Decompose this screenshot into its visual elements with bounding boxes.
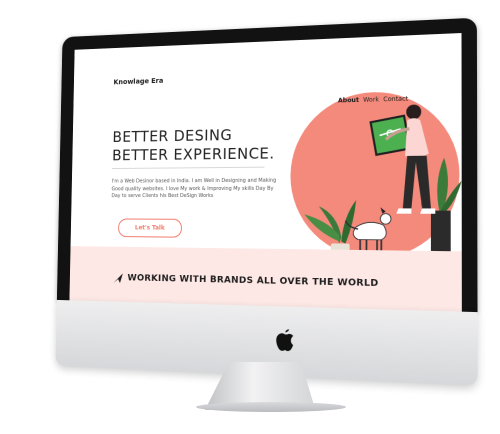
imac-monitor: Knowlage Era About Work Contact BETTER D… (55, 17, 478, 387)
lets-talk-button[interactable]: Let's Talk (118, 218, 183, 238)
site-brand[interactable]: Knowlage Era (113, 77, 163, 86)
apple-logo-icon (276, 329, 294, 352)
hero-headline: BETTER DESING BETTER EXPERIENCE. (112, 125, 275, 165)
divider (111, 166, 265, 170)
hero-illustration (289, 89, 462, 269)
headline-line-2: BETTER EXPERIENCE. (111, 144, 275, 165)
nav-about[interactable]: About (338, 97, 359, 105)
intro-text: I'm a Web Desinor based in India. I am W… (111, 177, 277, 200)
monitor-stand-base (196, 402, 346, 412)
monitor-bezel: Knowlage Era About Work Contact BETTER D… (56, 17, 478, 313)
nav-contact[interactable]: Contact (383, 95, 408, 103)
send-arrow-icon (113, 273, 123, 284)
website-screen: Knowlage Era About Work Contact BETTER D… (69, 33, 462, 312)
nav-work[interactable]: Work (363, 96, 379, 104)
headline-line-1: BETTER DESING (112, 126, 233, 146)
